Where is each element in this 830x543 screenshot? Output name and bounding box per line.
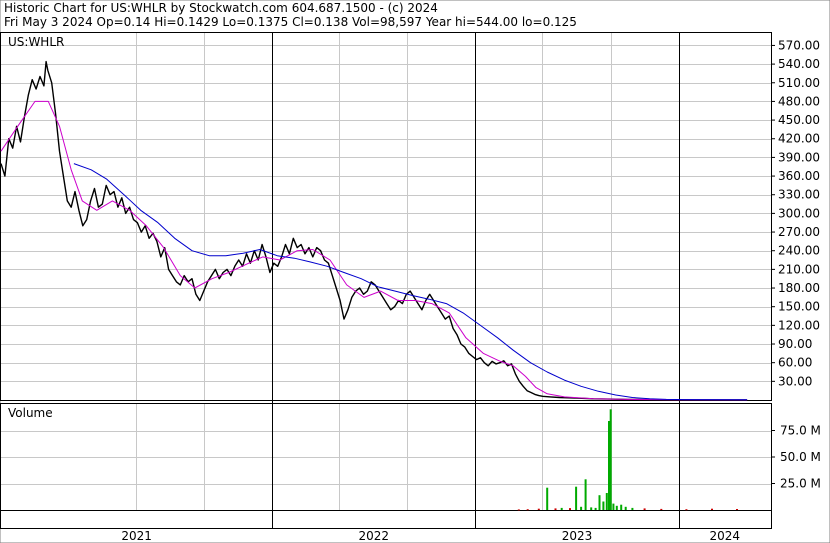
year-labels: 2021 2022 2023 2024 — [121, 529, 740, 543]
volume-bar — [560, 507, 563, 510]
price-tick-label: 240.00 — [778, 244, 820, 258]
price-tick-label: 30.00 — [778, 374, 812, 388]
volume-bar — [711, 508, 713, 510]
price-tick-label: 60.00 — [778, 356, 812, 370]
price-tick-label: 180.00 — [778, 281, 820, 295]
chart-grid — [1, 33, 771, 528]
volume-bar — [569, 508, 571, 510]
price-tick-label: 360.00 — [778, 169, 820, 183]
price-tick-label: 540.00 — [778, 57, 820, 71]
volume-bars — [517, 409, 738, 511]
volume-bar — [631, 507, 634, 510]
volume-bar — [643, 508, 646, 510]
volume-tick-label: 75.0 M — [780, 424, 821, 438]
volume-bar — [584, 479, 587, 510]
volume-bar — [660, 508, 663, 510]
volume-bar — [615, 505, 618, 510]
price-tick-label: 210.00 — [778, 262, 820, 276]
price-panel-frame — [0, 32, 772, 401]
price-tick-label: 120.00 — [778, 318, 820, 332]
volume-bar — [537, 508, 540, 510]
volume-tick-label: 25.0 M — [780, 477, 821, 491]
price-tick-label: 510.00 — [778, 76, 820, 90]
price-tick-label: 390.00 — [778, 150, 820, 164]
year-label: 2022 — [359, 529, 390, 543]
volume-bar — [598, 495, 601, 510]
short-moving-average-line — [0, 100, 748, 401]
chart-outer-border — [0, 0, 830, 543]
volume-bar — [554, 508, 557, 510]
volume-tick-label: 50.0 M — [780, 450, 821, 464]
price-lines — [0, 60, 748, 401]
volume-bar — [575, 486, 578, 510]
year-label: 2024 — [710, 529, 741, 543]
volume-bar — [612, 503, 615, 510]
volume-bar — [594, 507, 597, 510]
price-tick-label: 270.00 — [778, 225, 820, 239]
volume-bar — [685, 509, 688, 511]
price-line — [0, 60, 748, 401]
price-tick-label: 150.00 — [778, 300, 820, 314]
price-tick-label: 480.00 — [778, 94, 820, 108]
price-tick-label: 90.00 — [778, 337, 812, 351]
price-tick-label: 420.00 — [778, 132, 820, 146]
year-strip-frame — [0, 510, 772, 529]
stock-chart: US:WHLR Volume 570.00 540.00 510.00 480.00 4… — [0, 0, 830, 543]
price-tick-label: 330.00 — [778, 188, 820, 202]
volume-bar — [605, 493, 608, 510]
volume-bar — [517, 509, 520, 511]
price-tick-label: 570.00 — [778, 38, 820, 52]
volume-bar — [546, 487, 549, 510]
axis-labels: 570.00 540.00 510.00 480.00 450.00 420.00 390.… — [771, 38, 821, 491]
year-label: 2021 — [121, 529, 152, 543]
volume-bar — [624, 506, 627, 510]
volume-bar — [602, 501, 605, 510]
volume-bar — [580, 506, 583, 510]
volume-bar — [736, 509, 738, 510]
volume-bar — [590, 507, 593, 510]
price-tick-label: 300.00 — [778, 206, 820, 220]
long-moving-average-line — [73, 163, 748, 401]
volume-bar — [609, 409, 612, 510]
volume-bar — [620, 504, 623, 510]
symbol-label: US:WHLR — [8, 35, 64, 49]
price-tick-label: 450.00 — [778, 113, 820, 127]
volume-bar — [526, 509, 529, 511]
year-label: 2023 — [562, 529, 593, 543]
volume-label: Volume — [8, 406, 53, 420]
